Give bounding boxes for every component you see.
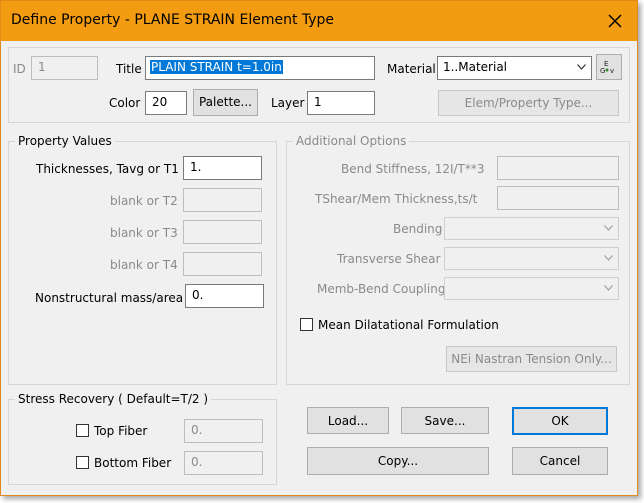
top-fiber-label: Top Fiber xyxy=(94,424,148,438)
bending-label: Bending xyxy=(393,222,443,236)
nei-nastran-tension-only-button[interactable]: NEi Nastran Tension Only... xyxy=(446,346,617,372)
close-icon xyxy=(608,14,622,28)
title-input-value: PLAIN STRAIN t=1.0in xyxy=(150,60,283,74)
material-select-value: 1..Material xyxy=(443,60,508,74)
load-button-label: Load... xyxy=(327,414,369,428)
elem-property-type-button-label: Elem/Property Type... xyxy=(464,96,593,110)
ok-button[interactable]: OK xyxy=(512,407,608,435)
tshear-input xyxy=(497,186,619,210)
cancel-button[interactable]: Cancel xyxy=(512,447,608,475)
mean-dilatational-checkbox[interactable] xyxy=(300,318,313,331)
bottom-fiber-label: Bottom Fiber xyxy=(94,456,172,470)
nsm-input[interactable]: 0. xyxy=(185,284,264,308)
additional-options-title: Additional Options xyxy=(293,134,410,148)
memb-bend-coupling-label: Memb-Bend Coupling xyxy=(317,282,446,296)
memb-bend-coupling-select xyxy=(444,277,619,300)
chevron-down-icon xyxy=(577,64,586,70)
title-label: Title xyxy=(116,62,142,76)
t2-input xyxy=(183,188,262,212)
palette-button[interactable]: Palette... xyxy=(193,89,258,116)
copy-button-label: Copy... xyxy=(377,454,419,468)
tshear-label: TShear/Mem Thickness,ts/t xyxy=(315,192,478,206)
window-title: Define Property - PLANE STRAIN Element T… xyxy=(11,12,335,28)
top-fiber-input: 0. xyxy=(184,419,263,443)
dialog-window: Define Property - PLANE STRAIN Element T… xyxy=(0,0,638,496)
t3-label: blank or T3 xyxy=(110,226,178,240)
bend-stiffness-label: Bend Stiffness, 12I/T**3 xyxy=(341,162,485,176)
bottom-fiber-input: 0. xyxy=(184,451,263,475)
chevron-down-icon xyxy=(604,225,613,231)
color-label: Color xyxy=(109,96,141,110)
material-function-icon: E G v xyxy=(600,60,614,75)
nei-nastran-tension-only-label: NEi Nastran Tension Only... xyxy=(451,352,612,366)
color-input[interactable]: 20 xyxy=(145,91,187,115)
save-button-label: Save... xyxy=(424,414,466,428)
t2-label: blank or T2 xyxy=(110,194,178,208)
cancel-button-label: Cancel xyxy=(539,454,581,468)
top-fiber-checkbox[interactable] xyxy=(76,424,89,437)
layer-label: Layer xyxy=(271,96,305,110)
t4-label: blank or T4 xyxy=(110,258,178,272)
material-select[interactable]: 1..Material xyxy=(437,56,592,80)
t4-input xyxy=(183,252,262,276)
stress-recovery-title: Stress Recovery ( Default=T/2 ) xyxy=(15,392,212,406)
bottom-fiber-checkbox[interactable] xyxy=(76,456,89,469)
material-function-button[interactable]: E G v xyxy=(596,54,622,80)
save-button[interactable]: Save... xyxy=(401,407,489,434)
material-label: Material xyxy=(387,62,436,76)
load-button[interactable]: Load... xyxy=(307,407,389,434)
ok-button-label: OK xyxy=(551,414,569,428)
transverse-shear-select xyxy=(444,247,619,270)
copy-button[interactable]: Copy... xyxy=(307,447,489,475)
t1-input[interactable]: 1. xyxy=(183,156,262,180)
palette-button-label: Palette... xyxy=(198,95,252,109)
id-label: ID xyxy=(13,62,26,76)
chevron-down-icon xyxy=(604,285,613,291)
svg-text:G: G xyxy=(600,67,605,75)
transverse-shear-label: Transverse Shear xyxy=(337,252,441,266)
close-button[interactable] xyxy=(603,9,627,33)
svg-text:v: v xyxy=(610,67,614,75)
elem-property-type-button[interactable]: Elem/Property Type... xyxy=(438,90,619,116)
mean-dilatational-label: Mean Dilatational Formulation xyxy=(318,318,499,332)
t3-input xyxy=(183,220,262,244)
property-values-title: Property Values xyxy=(15,134,115,148)
title-bar: Define Property - PLANE STRAIN Element T… xyxy=(1,1,637,41)
id-field: 1 xyxy=(31,56,98,80)
nsm-label: Nonstructural mass/area xyxy=(35,291,184,305)
layer-input[interactable]: 1 xyxy=(307,91,375,115)
bend-stiffness-input xyxy=(497,156,619,180)
chevron-down-icon xyxy=(604,255,613,261)
t1-label: Thicknesses, Tavg or T1 xyxy=(36,162,179,176)
bending-select xyxy=(444,217,619,240)
title-input[interactable]: PLAIN STRAIN t=1.0in xyxy=(145,56,375,80)
